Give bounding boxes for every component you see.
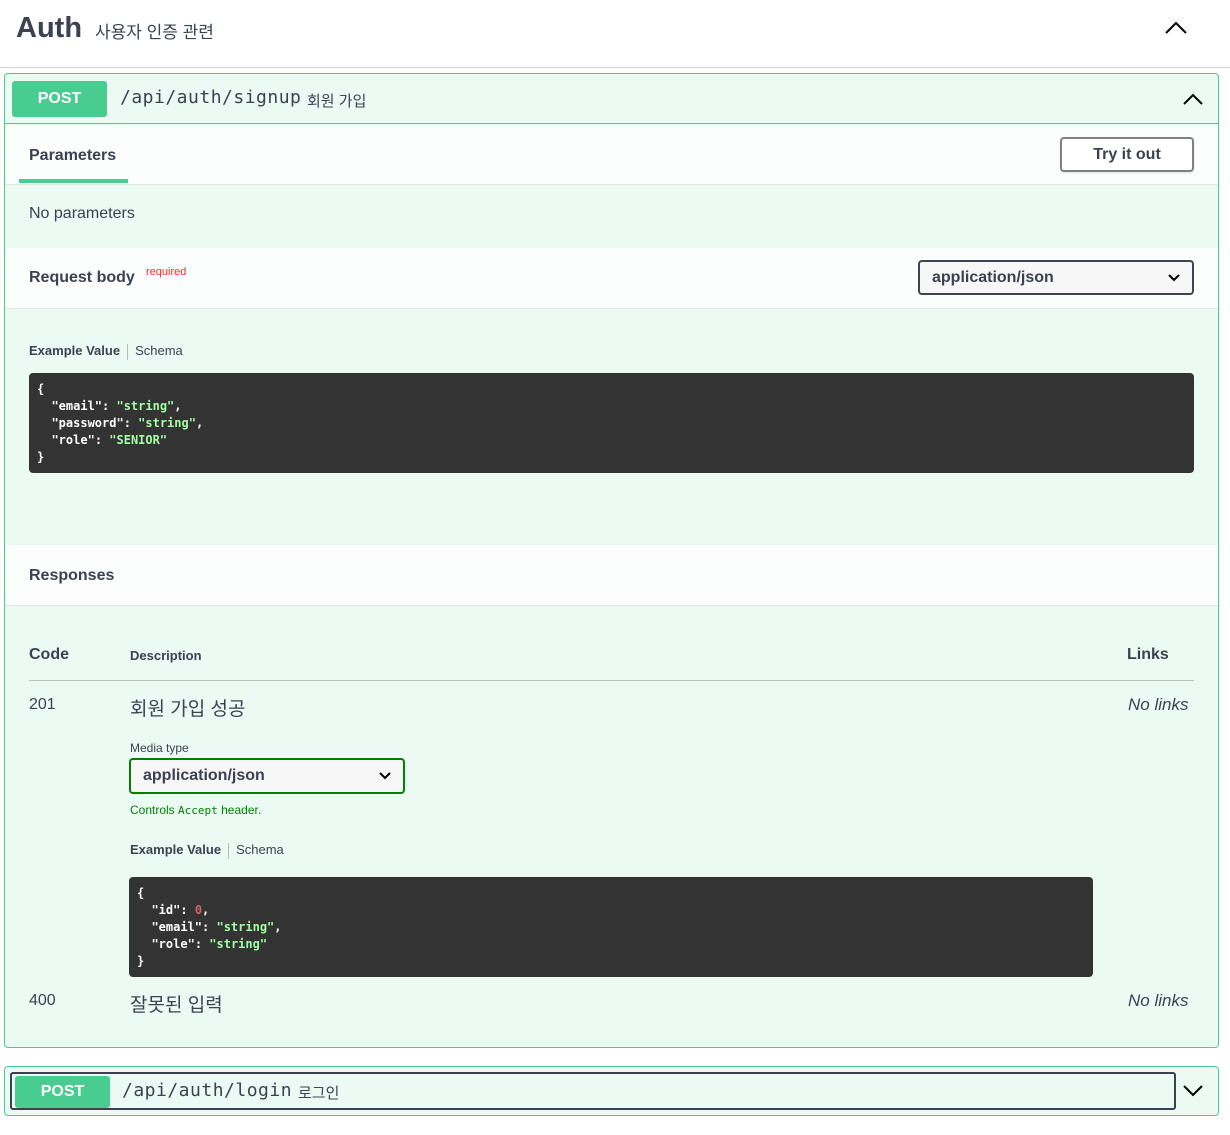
no-parameters-text: No parameters — [29, 205, 135, 222]
endpoint-summary: 회원 가입 — [307, 93, 367, 110]
tab-parameters[interactable]: Parameters — [29, 147, 116, 165]
tab-example-value[interactable]: Example Value — [130, 842, 221, 857]
tab-underline — [19, 179, 128, 183]
response-media-type-select[interactable]: application/json — [129, 758, 405, 794]
response-code-201: 201 — [29, 696, 56, 713]
select-value: application/json — [932, 269, 1054, 286]
response-description-400: 잘못된 입력 — [130, 995, 223, 1016]
responses-header: Responses — [5, 545, 1218, 606]
tab-schema[interactable]: Schema — [236, 842, 284, 857]
parameters-header: Parameters Try it out — [5, 125, 1218, 185]
select-value: application/json — [143, 767, 265, 784]
column-description: Description — [130, 648, 202, 663]
method-badge: POST — [12, 81, 107, 117]
response-links-201: No links — [1128, 695, 1189, 714]
response-example-code: { "id": 0, "email": "string", "role": "s… — [129, 877, 1093, 977]
response-links-400: No links — [1128, 991, 1189, 1010]
endpoint-path: /api/auth/login — [122, 1080, 293, 1101]
responses-label: Responses — [29, 567, 115, 584]
controls-accept-note: Controls Accept header. — [130, 803, 262, 817]
response-example-tabs: Example Value Schema — [130, 842, 284, 859]
tab-example-value[interactable]: Example Value — [29, 343, 120, 358]
chevron-down-icon — [1168, 274, 1180, 282]
response-description-201: 회원 가입 성공 — [130, 699, 246, 720]
tag-description: 사용자 인증 관련 — [95, 23, 214, 42]
chevron-down-icon — [379, 772, 391, 780]
request-body-label: Request body — [29, 269, 135, 286]
request-example-code: { "email": "string", "password": "string… — [29, 373, 1194, 473]
media-type-label: Media type — [130, 741, 189, 755]
table-header-rule — [29, 680, 1194, 681]
column-links: Links — [1127, 646, 1169, 663]
endpoint-path: /api/auth/signup — [120, 87, 302, 108]
try-it-out-button[interactable]: Try it out — [1060, 137, 1194, 172]
request-example-tabs: Example Value Schema — [29, 343, 183, 360]
login-summary[interactable]: POST /api/auth/login 로그인 — [10, 1072, 1176, 1110]
chevron-down-icon[interactable] — [1181, 1081, 1205, 1101]
request-body-header: Request body required application/json — [5, 248, 1218, 309]
response-code-400: 400 — [29, 992, 56, 1009]
request-content-type-select[interactable]: application/json — [918, 260, 1194, 295]
chevron-up-icon[interactable] — [1163, 18, 1189, 38]
login-opblock: POST /api/auth/login 로그인 — [4, 1066, 1219, 1116]
tag-title: Auth — [16, 12, 83, 44]
chevron-up-icon[interactable] — [1181, 89, 1205, 109]
tab-schema[interactable]: Schema — [135, 343, 183, 358]
tag-header[interactable]: Auth 사용자 인증 관련 — [0, 0, 1230, 68]
required-label: required — [146, 266, 187, 278]
signup-summary[interactable]: POST /api/auth/signup 회원 가입 — [5, 74, 1218, 124]
column-code: Code — [29, 646, 69, 663]
endpoint-summary: 로그인 — [298, 1085, 340, 1102]
method-badge: POST — [15, 1076, 110, 1108]
